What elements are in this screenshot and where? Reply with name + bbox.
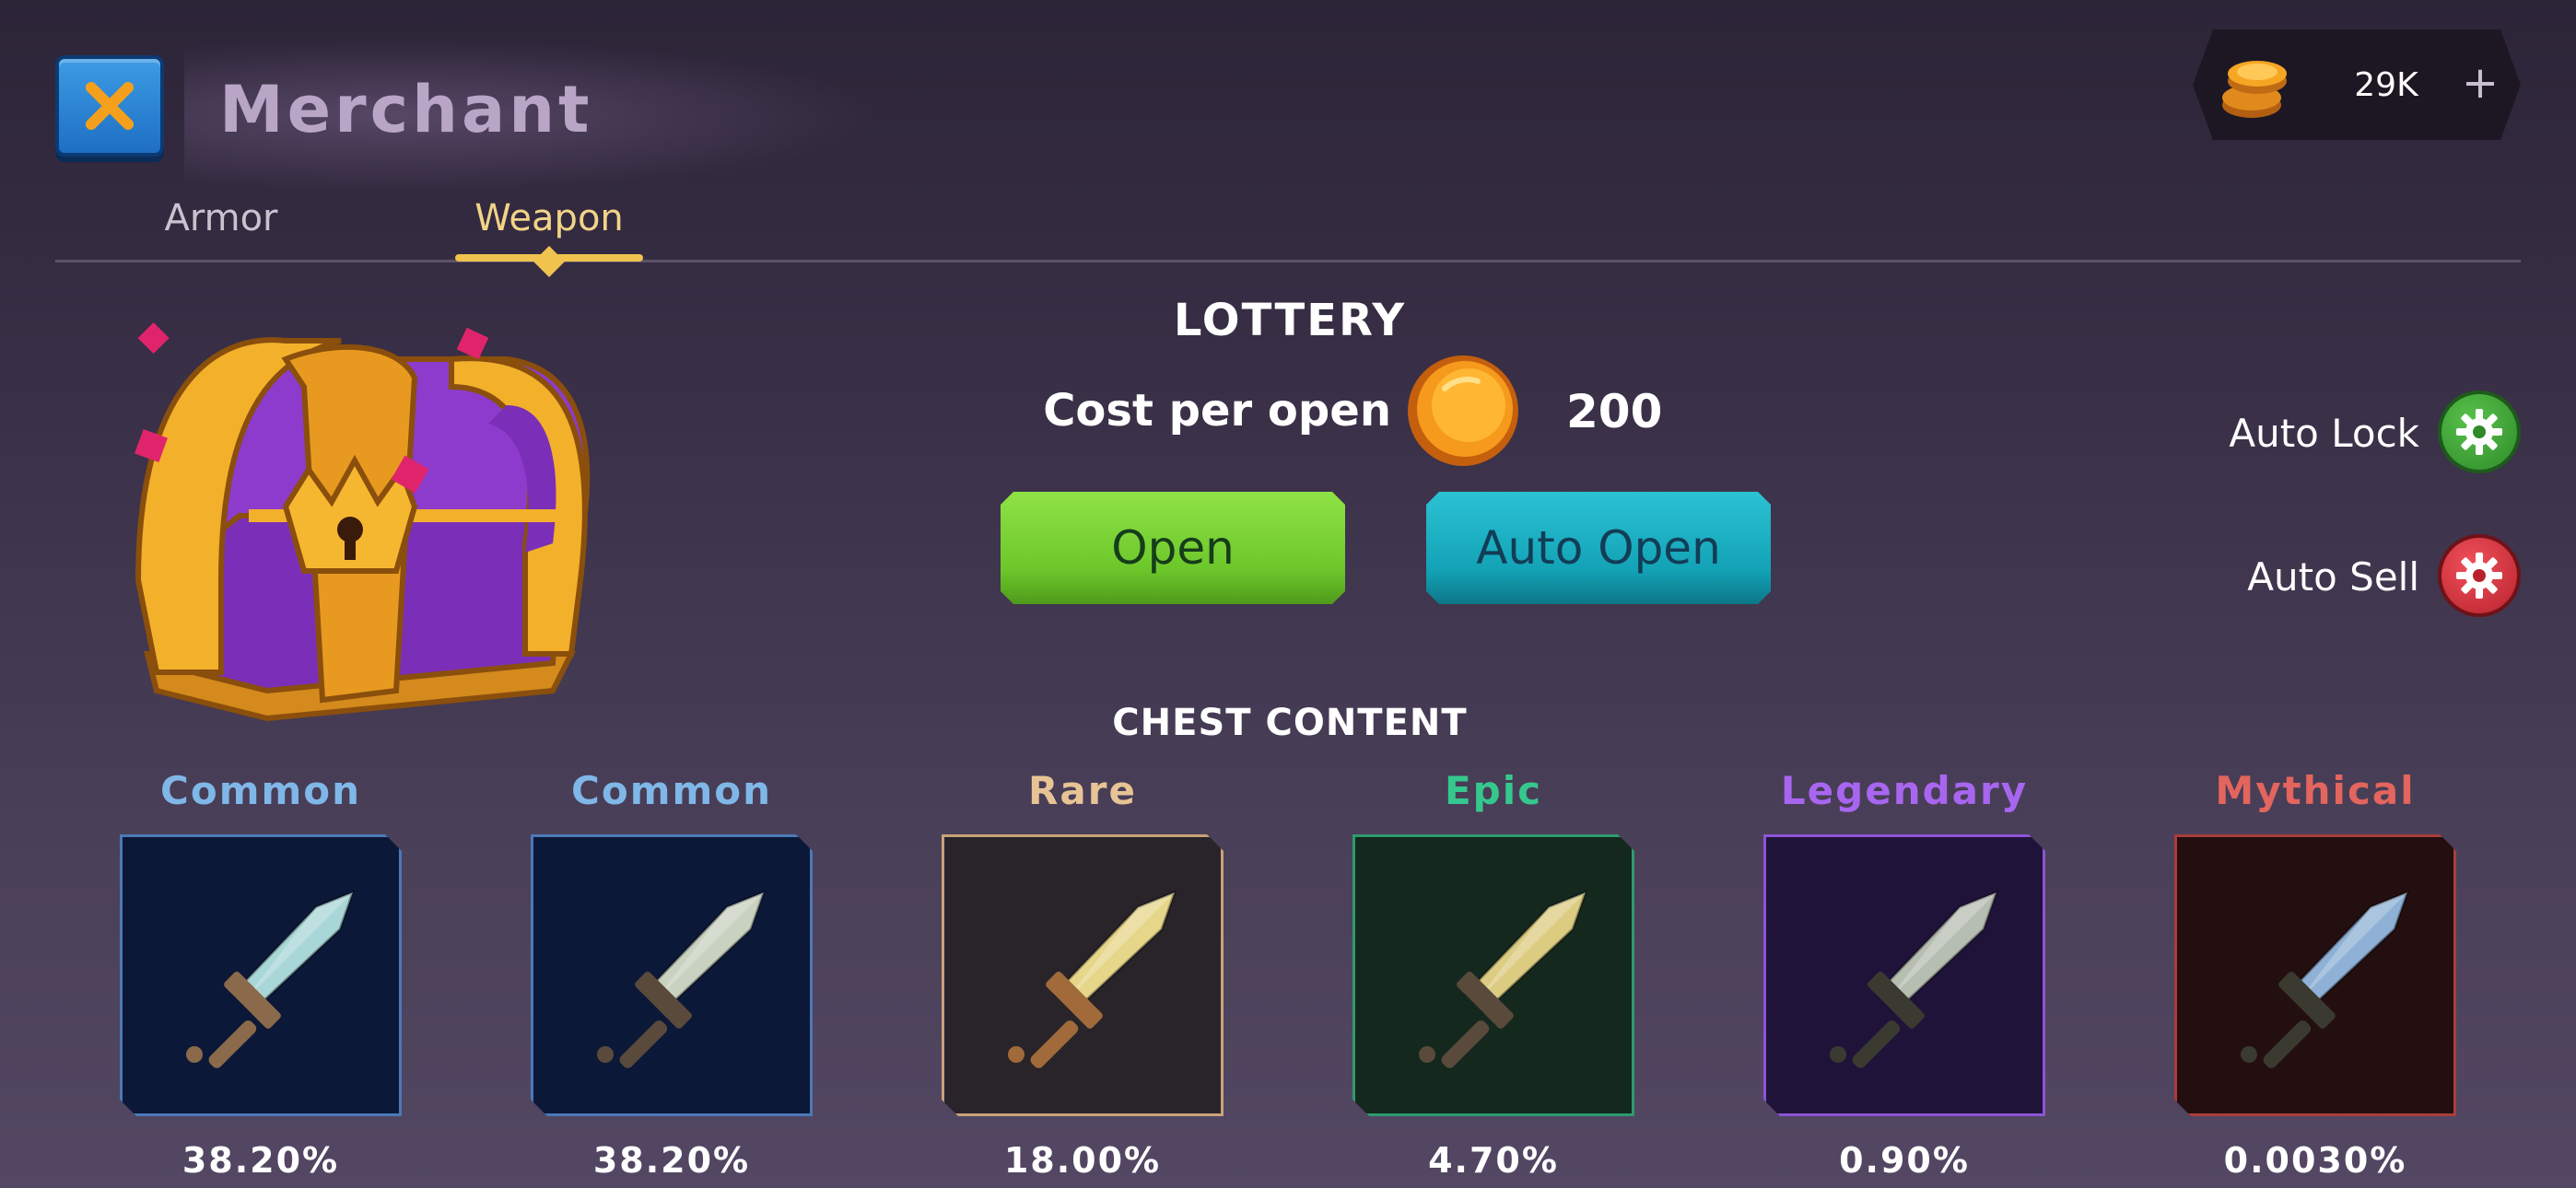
tier-name: Epic bbox=[1444, 768, 1543, 813]
add-currency-button[interactable]: + bbox=[2453, 57, 2508, 112]
treasure-chest-icon bbox=[135, 322, 591, 722]
coin-icon bbox=[1408, 355, 1518, 466]
tier-card[interactable]: Rare 18.00% bbox=[940, 768, 1225, 1181]
tier-drop-rate: 18.00% bbox=[1003, 1140, 1162, 1181]
sword-icon bbox=[2241, 890, 2410, 1068]
tier-card[interactable]: Legendary 0.90% bbox=[1762, 768, 2047, 1181]
page-title: Merchant bbox=[219, 72, 593, 147]
tab-armor[interactable]: Armor bbox=[147, 197, 295, 239]
active-tab-diamond bbox=[533, 246, 565, 277]
auto-sell-label: Auto Sell bbox=[2247, 554, 2419, 600]
currency-panel: 29K + bbox=[2193, 29, 2521, 140]
cost-per-open-value: 200 bbox=[1566, 385, 1663, 438]
open-button[interactable]: Open bbox=[1001, 492, 1345, 604]
sword-icon bbox=[1419, 890, 1588, 1068]
tier-item-slot[interactable] bbox=[2174, 834, 2456, 1116]
tier-drop-rate: 38.20% bbox=[592, 1140, 751, 1181]
tier-item-slot[interactable] bbox=[531, 834, 813, 1116]
tier-card[interactable]: Common 38.20% bbox=[529, 768, 814, 1181]
gear-icon bbox=[2456, 553, 2502, 599]
sword-icon bbox=[186, 890, 356, 1068]
tier-drop-rate: 0.90% bbox=[1839, 1140, 1970, 1181]
sword-icon bbox=[1830, 890, 1999, 1068]
tier-card[interactable]: Mythical 0.0030% bbox=[2172, 768, 2458, 1181]
tier-item-slot[interactable] bbox=[120, 834, 402, 1116]
merchant-screen: Merchant 29K + Armor Weapon LOTTERY Cost… bbox=[0, 0, 2576, 1188]
auto-lock-label: Auto Lock bbox=[2229, 411, 2419, 456]
auto-open-button[interactable]: Auto Open bbox=[1426, 492, 1771, 604]
gear-icon bbox=[2456, 409, 2502, 455]
auto-sell-settings-button[interactable] bbox=[2438, 534, 2521, 617]
currency-amount: 29K bbox=[2354, 65, 2418, 104]
cost-per-open-label: Cost per open bbox=[1043, 385, 1391, 437]
auto-lock-settings-button[interactable] bbox=[2438, 390, 2521, 473]
tier-item-slot[interactable] bbox=[942, 834, 1224, 1116]
lottery-title: LOTTERY bbox=[1173, 295, 1407, 346]
coin-icon bbox=[2222, 61, 2287, 118]
tab-divider bbox=[55, 260, 2521, 262]
tier-item-slot[interactable] bbox=[1352, 834, 1634, 1116]
tab-weapon[interactable]: Weapon bbox=[451, 197, 647, 239]
tier-name: Common bbox=[571, 768, 772, 813]
close-button[interactable] bbox=[55, 55, 164, 157]
tier-card[interactable]: Common 38.20% bbox=[118, 768, 404, 1181]
tier-drop-rate: 38.20% bbox=[181, 1140, 340, 1181]
tier-item-slot[interactable] bbox=[1763, 834, 2045, 1116]
sword-icon bbox=[1008, 890, 1177, 1068]
tier-drop-rate: 0.0030% bbox=[2223, 1140, 2407, 1181]
tier-name: Rare bbox=[1028, 768, 1137, 813]
tier-drop-rate: 4.70% bbox=[1428, 1140, 1559, 1181]
chest-content-title: CHEST CONTENT bbox=[1112, 702, 1468, 744]
tier-card[interactable]: Epic 4.70% bbox=[1351, 768, 1636, 1181]
tier-name: Legendary bbox=[1780, 768, 2029, 813]
sword-icon bbox=[597, 890, 767, 1068]
tier-name: Mythical bbox=[2215, 768, 2416, 813]
tier-name: Common bbox=[160, 768, 361, 813]
close-icon bbox=[86, 82, 134, 130]
